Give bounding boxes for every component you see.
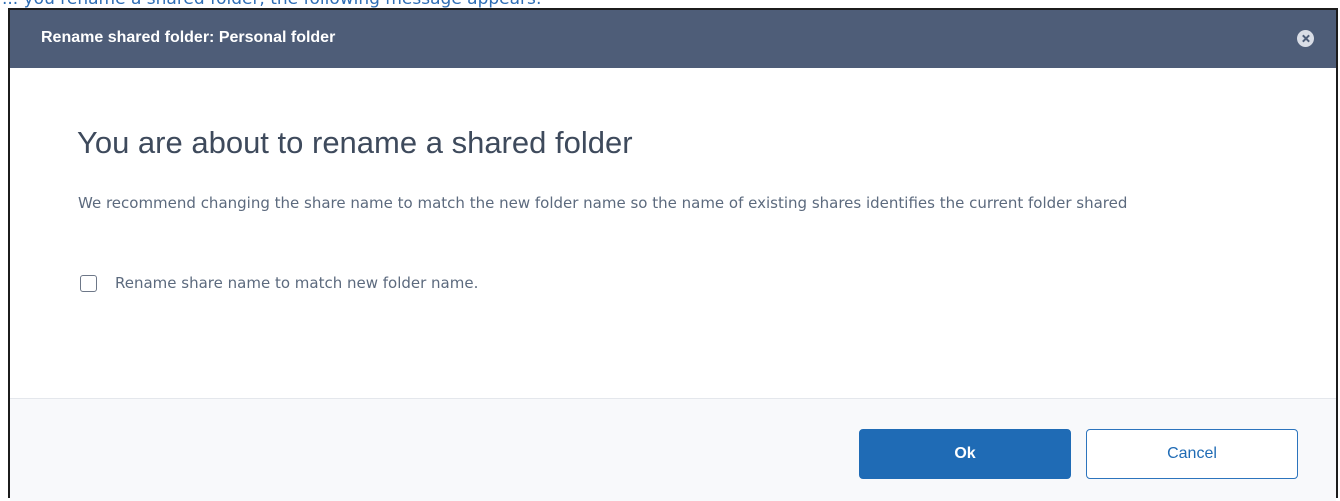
dialog-titlebar: Rename shared folder: Personal folder: [10, 10, 1336, 68]
rename-share-checkbox-label[interactable]: Rename share name to match new folder na…: [115, 274, 478, 292]
dialog-description: We recommend changing the share name to …: [78, 194, 1128, 212]
dialog-title: Rename shared folder: Personal folder: [41, 29, 336, 46]
dialog-heading: You are about to rename a shared folder: [77, 125, 633, 160]
background-caption-text: ... you rename a shared folder, the foll…: [2, 0, 542, 8]
dialog-footer: Ok Cancel: [10, 398, 1336, 501]
cancel-button[interactable]: Cancel: [1086, 429, 1298, 479]
rename-share-option[interactable]: Rename share name to match new folder na…: [80, 272, 478, 294]
rename-folder-dialog: Rename shared folder: Personal folder Yo…: [8, 8, 1338, 501]
rename-share-checkbox[interactable]: [80, 274, 97, 292]
ok-button[interactable]: Ok: [859, 429, 1071, 479]
close-icon[interactable]: [1297, 30, 1314, 47]
background-caption: ... you rename a shared folder, the foll…: [0, 0, 1340, 8]
